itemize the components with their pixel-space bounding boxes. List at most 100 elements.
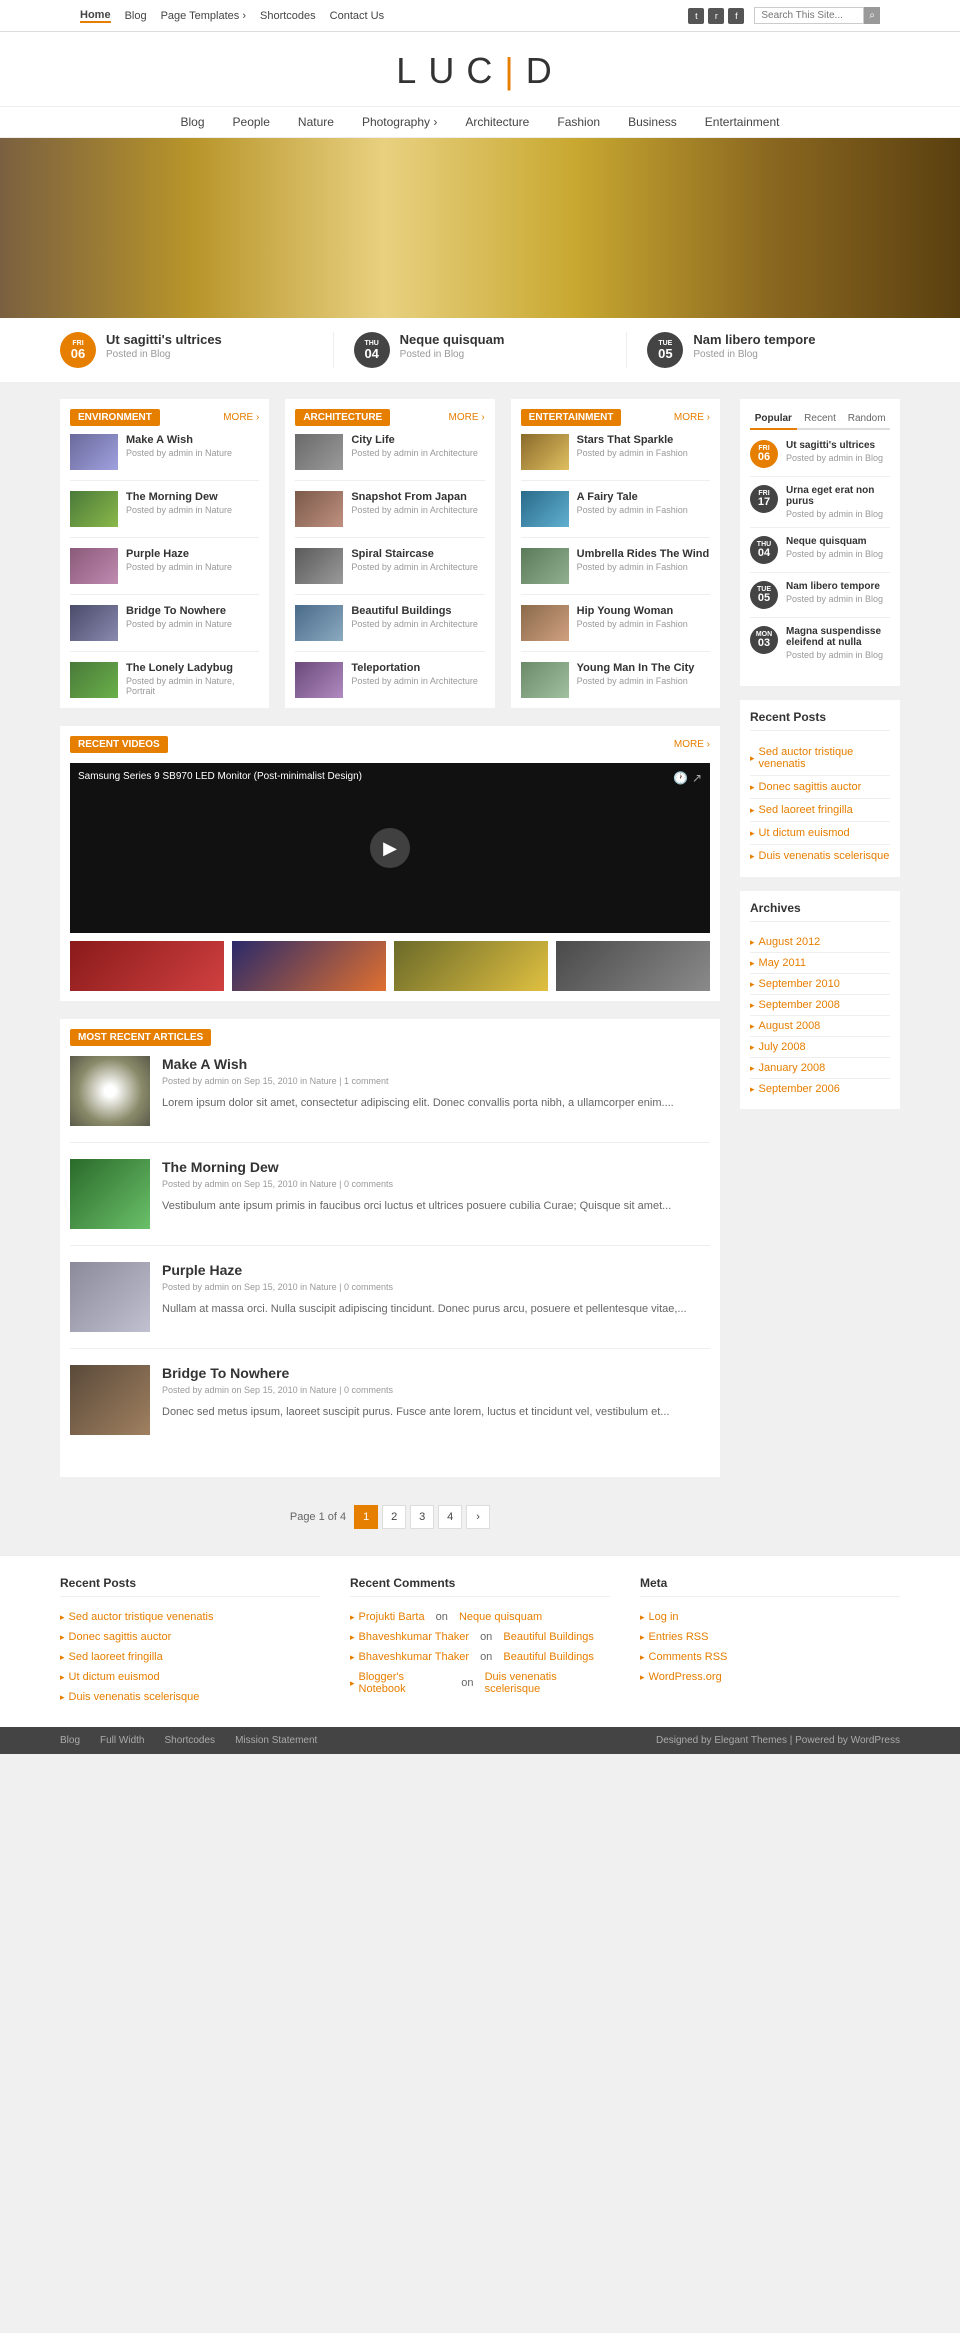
arch-post-1-title[interactable]: City Life	[351, 434, 478, 446]
footer-link-blog[interactable]: Blog	[60, 1735, 80, 1746]
article-4-title[interactable]: Bridge To Nowhere	[162, 1365, 669, 1381]
cat-blog[interactable]: Blog	[181, 115, 205, 129]
sidebar-post-5-title[interactable]: Magna suspendisse eleifend at nulla	[786, 626, 890, 648]
archive-may-2011[interactable]: May 2011	[750, 953, 890, 974]
architecture-more[interactable]: MORE ›	[449, 412, 485, 423]
featured-post-1: FRI 06 Ut sagitti's ultrices Posted in B…	[60, 332, 334, 368]
sidebar-post-2-title[interactable]: Urna eget erat non purus	[786, 485, 890, 507]
footer-link-mission[interactable]: Mission Statement	[235, 1735, 317, 1746]
article-3-title[interactable]: Purple Haze	[162, 1262, 687, 1278]
featured-post-1-title[interactable]: Ut sagitti's ultrices	[106, 332, 222, 347]
footer-link-shortcodes[interactable]: Shortcodes	[164, 1735, 215, 1746]
recent-post-5[interactable]: Duis venenatis scelerisque	[750, 845, 890, 867]
video-player[interactable]: Samsung Series 9 SB970 LED Monitor (Post…	[70, 763, 710, 933]
page-3-button[interactable]: 3	[410, 1505, 434, 1529]
footer-meta-1[interactable]: Log in	[640, 1607, 900, 1627]
footer-rp-3[interactable]: Sed laoreet fringilla	[60, 1647, 320, 1667]
recent-post-1[interactable]: Sed auctor tristique venenatis	[750, 741, 890, 776]
tab-random[interactable]: Random	[843, 409, 890, 430]
recent-videos-header: RECENT VIDEOS MORE ›	[70, 736, 710, 753]
footer-bottom-links: Blog Full Width Shortcodes Mission State…	[60, 1735, 317, 1746]
footer-meta-4[interactable]: WordPress.org	[640, 1667, 900, 1687]
search-input[interactable]	[754, 7, 864, 24]
cat-entertainment[interactable]: Entertainment	[705, 115, 780, 129]
search-button[interactable]: ⌕	[864, 7, 880, 24]
video-thumb-1[interactable]	[70, 941, 224, 991]
ent-post-5-title[interactable]: Young Man In The City	[577, 662, 695, 674]
rss-icon[interactable]: r	[708, 8, 724, 24]
arch-post-4-title[interactable]: Beautiful Buildings	[351, 605, 478, 617]
recent-videos-more[interactable]: MORE ›	[674, 739, 710, 750]
video-thumb-3[interactable]	[394, 941, 548, 991]
cat-fashion[interactable]: Fashion	[557, 115, 600, 129]
footer-recent-comments-list: Projukti Barta on Neque quisquam Bhavesh…	[350, 1607, 610, 1699]
ent-post-2: A Fairy Tale Posted by admin in Fashion	[521, 491, 710, 538]
cat-photography[interactable]: Photography ›	[362, 115, 437, 129]
nav-contact[interactable]: Contact Us	[330, 10, 384, 22]
featured-post-2-title[interactable]: Neque quisquam	[400, 332, 505, 347]
archive-sep-2006[interactable]: September 2006	[750, 1079, 890, 1099]
footer-rp-2[interactable]: Donec sagittis auctor	[60, 1627, 320, 1647]
footer-comment-4: Blogger's Notebook on Duis venenatis sce…	[350, 1667, 610, 1699]
sidebar-popular-3: THU04 Neque quisquam Posted by admin in …	[750, 536, 890, 573]
footer-meta-2[interactable]: Entries RSS	[640, 1627, 900, 1647]
environment-more[interactable]: MORE ›	[223, 412, 259, 423]
env-post-4-title[interactable]: Bridge To Nowhere	[126, 605, 232, 617]
env-post-2-title[interactable]: The Morning Dew	[126, 491, 232, 503]
cat-people[interactable]: People	[233, 115, 270, 129]
archive-aug-2012[interactable]: August 2012	[750, 932, 890, 953]
nav-page-templates[interactable]: Page Templates ›	[161, 10, 246, 22]
archive-jul-2008[interactable]: July 2008	[750, 1037, 890, 1058]
footer-meta-3[interactable]: Comments RSS	[640, 1647, 900, 1667]
ent-post-4-title[interactable]: Hip Young Woman	[577, 605, 688, 617]
cat-business[interactable]: Business	[628, 115, 677, 129]
date-badge-1: FRI 06	[60, 332, 96, 368]
featured-post-3-title[interactable]: Nam libero tempore	[693, 332, 815, 347]
video-thumb-2[interactable]	[232, 941, 386, 991]
archive-sep-2008[interactable]: September 2008	[750, 995, 890, 1016]
sidebar-post-4-title[interactable]: Nam libero tempore	[786, 581, 883, 592]
recent-post-4[interactable]: Ut dictum euismod	[750, 822, 890, 845]
article-1-title[interactable]: Make A Wish	[162, 1056, 674, 1072]
tab-recent[interactable]: Recent	[797, 409, 844, 430]
recent-post-3[interactable]: Sed laoreet fringilla	[750, 799, 890, 822]
page-2-button[interactable]: 2	[382, 1505, 406, 1529]
nav-blog[interactable]: Blog	[125, 10, 147, 22]
nav-home[interactable]: Home	[80, 9, 111, 23]
footer-rp-4[interactable]: Ut dictum euismod	[60, 1667, 320, 1687]
cat-architecture[interactable]: Architecture	[465, 115, 529, 129]
next-page-button[interactable]: ›	[466, 1505, 490, 1529]
tab-popular[interactable]: Popular	[750, 409, 797, 430]
arch-post-2-title[interactable]: Snapshot From Japan	[351, 491, 478, 503]
archive-aug-2008[interactable]: August 2008	[750, 1016, 890, 1037]
ent-post-3-title[interactable]: Umbrella Rides The Wind	[577, 548, 710, 560]
page-4-button[interactable]: 4	[438, 1505, 462, 1529]
article-4: Bridge To Nowhere Posted by admin on Sep…	[70, 1365, 710, 1451]
archive-jan-2008[interactable]: January 2008	[750, 1058, 890, 1079]
article-2-title[interactable]: The Morning Dew	[162, 1159, 671, 1175]
env-post-3-title[interactable]: Purple Haze	[126, 548, 232, 560]
ent-post-2-title[interactable]: A Fairy Tale	[577, 491, 688, 503]
ent-post-1-title[interactable]: Stars That Sparkle	[577, 434, 688, 446]
arch-post-3-title[interactable]: Spiral Staircase	[351, 548, 478, 560]
nav-shortcodes[interactable]: Shortcodes	[260, 10, 316, 22]
entertainment-more[interactable]: MORE ›	[674, 412, 710, 423]
twitter-icon[interactable]: t	[688, 8, 704, 24]
page-1-button[interactable]: 1	[354, 1505, 378, 1529]
footer-rp-1[interactable]: Sed auctor tristique venenatis	[60, 1607, 320, 1627]
arch-thumb-5	[295, 662, 343, 698]
facebook-icon[interactable]: f	[728, 8, 744, 24]
archive-sep-2010[interactable]: September 2010	[750, 974, 890, 995]
env-post-5-title[interactable]: The Lonely Ladybug	[126, 662, 259, 674]
footer-link-fullwidth[interactable]: Full Width	[100, 1735, 144, 1746]
env-post-1-title[interactable]: Make A Wish	[126, 434, 232, 446]
sidebar-post-1-title[interactable]: Ut sagitti's ultrices	[786, 440, 883, 451]
video-thumb-4[interactable]	[556, 941, 710, 991]
arch-post-5-title[interactable]: Teleportation	[351, 662, 478, 674]
sidebar-badge-5: MON03	[750, 626, 778, 654]
play-button[interactable]: ▶	[370, 828, 410, 868]
recent-post-2[interactable]: Donec sagittis auctor	[750, 776, 890, 799]
cat-nature[interactable]: Nature	[298, 115, 334, 129]
sidebar-post-3-title[interactable]: Neque quisquam	[786, 536, 883, 547]
footer-rp-5[interactable]: Duis venenatis scelerisque	[60, 1687, 320, 1707]
